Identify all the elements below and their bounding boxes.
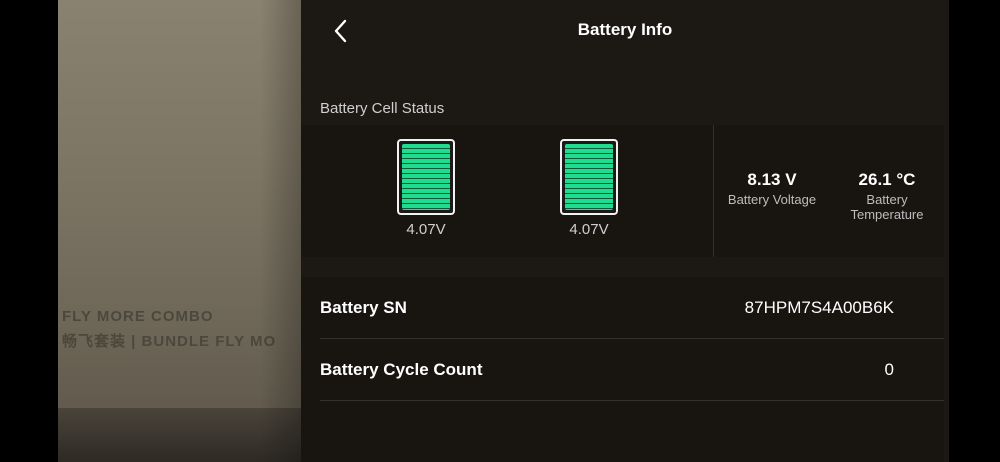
cell-voltage: 4.07V xyxy=(406,221,446,238)
battery-cell-icon xyxy=(397,139,455,215)
section-label-cell-status: Battery Cell Status xyxy=(320,100,445,117)
box-print-text-2: 畅飞套装 | BUNDLE FLY MO xyxy=(62,333,277,350)
detail-label: Battery SN xyxy=(320,298,407,317)
battery-temperature-label: Battery Temperature xyxy=(827,192,947,222)
box-print-text: FLY MORE COMBO xyxy=(62,308,214,325)
temperature-label-line1: Battery xyxy=(866,192,908,207)
battery-temperature-value: 26.1 °C xyxy=(858,170,916,189)
camera-feed-background: FLY MORE COMBO 畅飞套装 | BUNDLE FLY MO xyxy=(58,0,320,462)
card-divider xyxy=(713,125,714,257)
cell-status-card: 4.07V 4.07V 8.13 V Battery Voltage 26.1 … xyxy=(301,125,944,257)
detail-value: 0 xyxy=(884,360,894,379)
detail-value: 87HPM7S4A00B6K xyxy=(744,298,894,317)
header: Battery Info xyxy=(301,0,949,62)
battery-cell-icon xyxy=(560,139,618,215)
temperature-label-line2: Temperature xyxy=(850,207,924,222)
detail-label: Battery Cycle Count xyxy=(320,360,483,379)
cell-fill xyxy=(565,144,613,210)
cell-voltage: 4.07V xyxy=(569,221,609,238)
detail-row-cycle-count: Battery Cycle Count 0 xyxy=(320,339,944,401)
battery-info-panel: Battery Info Battery Cell Status 4.07V 4… xyxy=(301,0,949,462)
right-edge xyxy=(949,0,1000,462)
battery-details-card: Battery SN 87HPM7S4A00B6K Battery Cycle … xyxy=(301,277,944,462)
battery-voltage-value: 8.13 V xyxy=(747,170,797,189)
page-title: Battery Info xyxy=(577,20,673,39)
cell-fill xyxy=(402,144,450,210)
detail-row-serial: Battery SN 87HPM7S4A00B6K xyxy=(320,277,944,339)
battery-voltage-label: Battery Voltage xyxy=(727,192,817,207)
